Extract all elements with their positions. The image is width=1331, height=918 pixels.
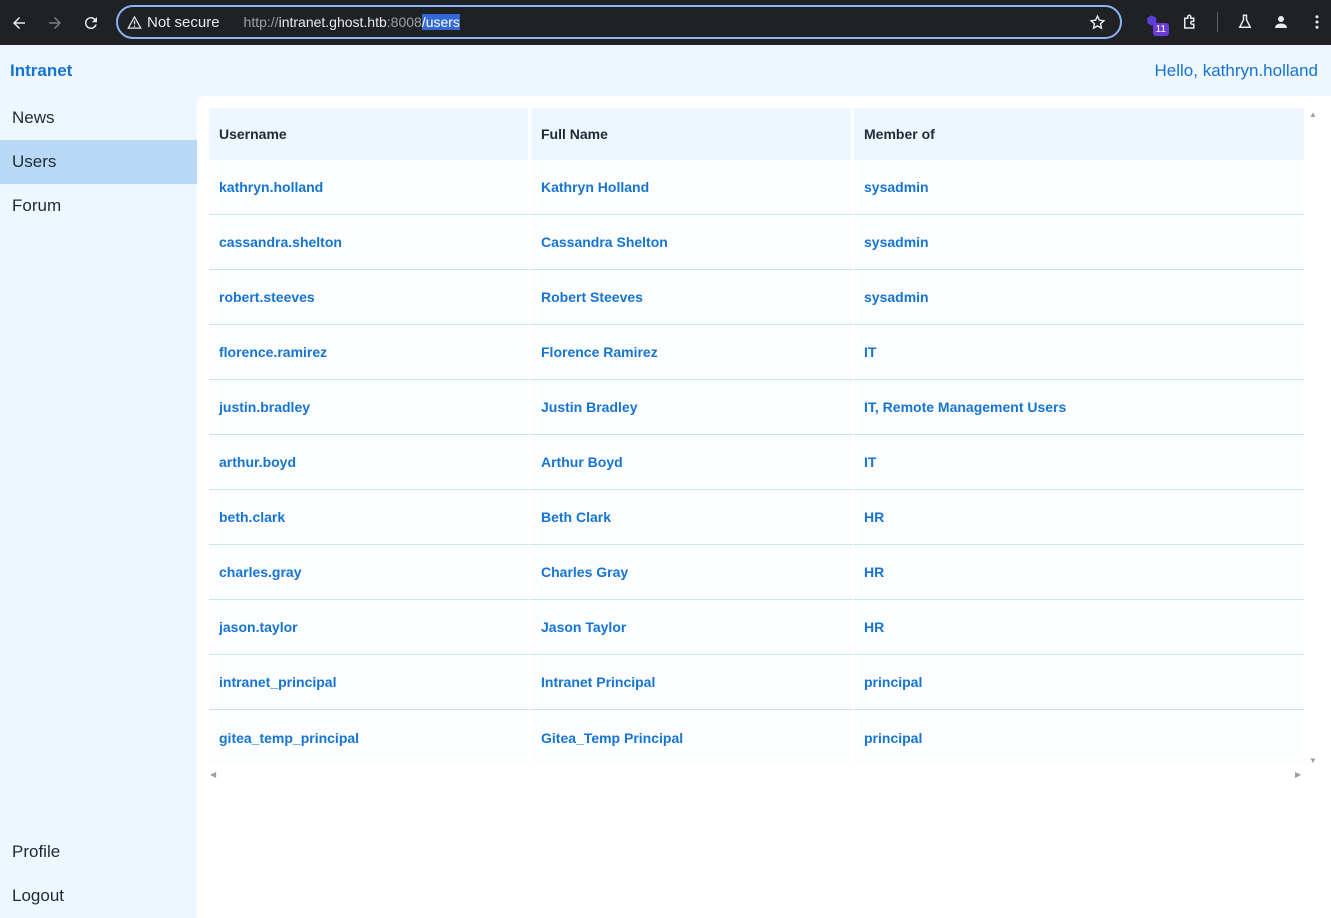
username-cell[interactable]: intranet_principal xyxy=(209,655,531,710)
full-name-cell[interactable]: Arthur Boyd xyxy=(531,435,854,490)
url-port: :8008 xyxy=(386,14,422,30)
table-row: arthur.boyd Arthur Boyd IT xyxy=(209,435,1304,490)
table-row: florence.ramirez Florence Ramirez IT xyxy=(209,325,1304,380)
app-header: Intranet Hello, kathryn.holland xyxy=(0,45,1331,96)
full-name-cell[interactable]: Jason Taylor xyxy=(531,600,854,655)
url-text[interactable]: http://intranet.ghost.htb:8008/users xyxy=(244,14,460,30)
person-icon xyxy=(1275,16,1287,28)
username-cell[interactable]: florence.ramirez xyxy=(209,325,531,380)
full-name-cell[interactable]: Justin Bradley xyxy=(531,380,854,435)
table-row: jason.taylor Jason Taylor HR xyxy=(209,600,1304,655)
users-table-body: kathryn.holland Kathryn Holland sysadmin ca… xyxy=(209,160,1304,765)
username-cell[interactable]: justin.bradley xyxy=(209,380,531,435)
username-cell[interactable]: kathryn.holland xyxy=(209,160,531,215)
table-row: gitea_temp_principal Gitea_Temp Principal… xyxy=(209,710,1304,765)
member-of-cell[interactable]: sysadmin xyxy=(854,270,1304,325)
username-cell[interactable]: gitea_temp_principal xyxy=(209,710,531,765)
more-vertical-icon xyxy=(1315,15,1319,29)
column-header-username: Username xyxy=(209,108,531,160)
url-host: intranet.ghost.htb xyxy=(278,14,387,30)
sidebar: News Users Forum Profile Logout xyxy=(0,96,197,918)
scroll-down-arrow-icon[interactable]: ▼ xyxy=(1309,756,1317,765)
browser-toolbar: Not secure http://intranet.ghost.htb:800… xyxy=(0,0,1331,45)
full-name-cell[interactable]: Kathryn Holland xyxy=(531,160,854,215)
intranet-page: Intranet Hello, kathryn.holland News Use… xyxy=(0,45,1331,918)
table-header-row: Username Full Name Member of xyxy=(209,108,1304,160)
member-of-cell[interactable]: HR xyxy=(854,600,1304,655)
extension-badge: 11 xyxy=(1152,23,1169,36)
member-of-cell[interactable]: principal xyxy=(854,655,1304,710)
back-arrow-icon xyxy=(13,16,25,29)
full-name-cell[interactable]: Gitea_Temp Principal xyxy=(531,710,854,765)
security-indicator[interactable]: Not secure xyxy=(127,14,220,31)
labs-button[interactable] xyxy=(1227,4,1263,40)
reload-icon xyxy=(84,16,97,29)
full-name-cell[interactable]: Cassandra Shelton xyxy=(531,215,854,270)
sidebar-item-news[interactable]: News xyxy=(0,96,197,140)
brand-link[interactable]: Intranet xyxy=(10,61,72,81)
flask-icon xyxy=(1238,14,1252,28)
sidebar-bottom: Profile Logout xyxy=(0,830,197,918)
member-of-cell[interactable]: principal xyxy=(854,710,1304,765)
sidebar-item-logout[interactable]: Logout xyxy=(0,874,197,918)
forward-arrow-icon xyxy=(49,16,61,29)
users-table-container[interactable]: Username Full Name Member of kathryn.hol… xyxy=(209,108,1304,765)
sidebar-item-users[interactable]: Users xyxy=(0,140,197,184)
url-path: /users xyxy=(421,14,460,30)
sidebar-item-forum[interactable]: Forum xyxy=(0,184,197,228)
member-of-cell[interactable]: IT xyxy=(854,435,1304,490)
table-row: kathryn.holland Kathryn Holland sysadmin xyxy=(209,160,1304,215)
column-header-full-name: Full Name xyxy=(531,108,854,160)
table-row: justin.bradley Justin Bradley IT, Remote M… xyxy=(209,380,1304,435)
username-cell[interactable]: beth.clark xyxy=(209,490,531,545)
scroll-right-arrow-icon[interactable]: ▶ xyxy=(1295,770,1301,779)
username-cell[interactable]: charles.gray xyxy=(209,545,531,600)
address-bar[interactable]: Not secure http://intranet.ghost.htb:800… xyxy=(116,5,1122,39)
table-row: intranet_principal Intranet Principal prin… xyxy=(209,655,1304,710)
full-name-cell[interactable]: Charles Gray xyxy=(531,545,854,600)
username-cell[interactable]: jason.taylor xyxy=(209,600,531,655)
scroll-up-arrow-icon[interactable]: ▲ xyxy=(1309,110,1317,119)
sidebar-item-profile[interactable]: Profile xyxy=(0,830,197,874)
member-of-cell[interactable]: IT xyxy=(854,325,1304,380)
security-label: Not secure xyxy=(147,13,220,31)
table-row: robert.steeves Robert Steeves sysadmin xyxy=(209,270,1304,325)
full-name-cell[interactable]: Intranet Principal xyxy=(531,655,854,710)
full-name-cell[interactable]: Beth Clark xyxy=(531,490,854,545)
users-table: Username Full Name Member of kathryn.hol… xyxy=(209,108,1304,765)
extensions-menu-button[interactable] xyxy=(1172,4,1208,40)
full-name-cell[interactable]: Florence Ramirez xyxy=(531,325,854,380)
bookmark-star-icon[interactable] xyxy=(1089,14,1106,31)
back-button[interactable] xyxy=(1,5,37,41)
column-header-member-of: Member of xyxy=(854,108,1304,160)
username-cell[interactable]: robert.steeves xyxy=(209,270,531,325)
forward-button[interactable] xyxy=(37,5,73,41)
scroll-left-arrow-icon[interactable]: ◀ xyxy=(210,770,216,779)
main-content: Username Full Name Member of kathryn.hol… xyxy=(197,96,1331,918)
reload-button[interactable] xyxy=(73,5,109,41)
profile-button[interactable] xyxy=(1263,4,1299,40)
member-of-cell[interactable]: IT, Remote Management Users xyxy=(854,380,1304,435)
table-row: charles.gray Charles Gray HR xyxy=(209,545,1304,600)
table-row: beth.clark Beth Clark HR xyxy=(209,490,1304,545)
member-of-cell[interactable]: HR xyxy=(854,545,1304,600)
extensions-area: 11 xyxy=(1136,4,1331,40)
username-cell[interactable]: cassandra.shelton xyxy=(209,215,531,270)
extension-button[interactable]: 11 xyxy=(1136,4,1172,40)
member-of-cell[interactable]: HR xyxy=(854,490,1304,545)
user-greeting[interactable]: Hello, kathryn.holland xyxy=(1155,61,1318,81)
member-of-cell[interactable]: sysadmin xyxy=(854,160,1304,215)
puzzle-icon xyxy=(1184,14,1195,29)
warning-triangle-icon xyxy=(127,15,142,29)
url-scheme: http:// xyxy=(243,14,279,30)
member-of-cell[interactable]: sysadmin xyxy=(854,215,1304,270)
browser-menu-button[interactable] xyxy=(1299,4,1331,40)
full-name-cell[interactable]: Robert Steeves xyxy=(531,270,854,325)
table-row: cassandra.shelton Cassandra Shelton sysadm… xyxy=(209,215,1304,270)
username-cell[interactable]: arthur.boyd xyxy=(209,435,531,490)
